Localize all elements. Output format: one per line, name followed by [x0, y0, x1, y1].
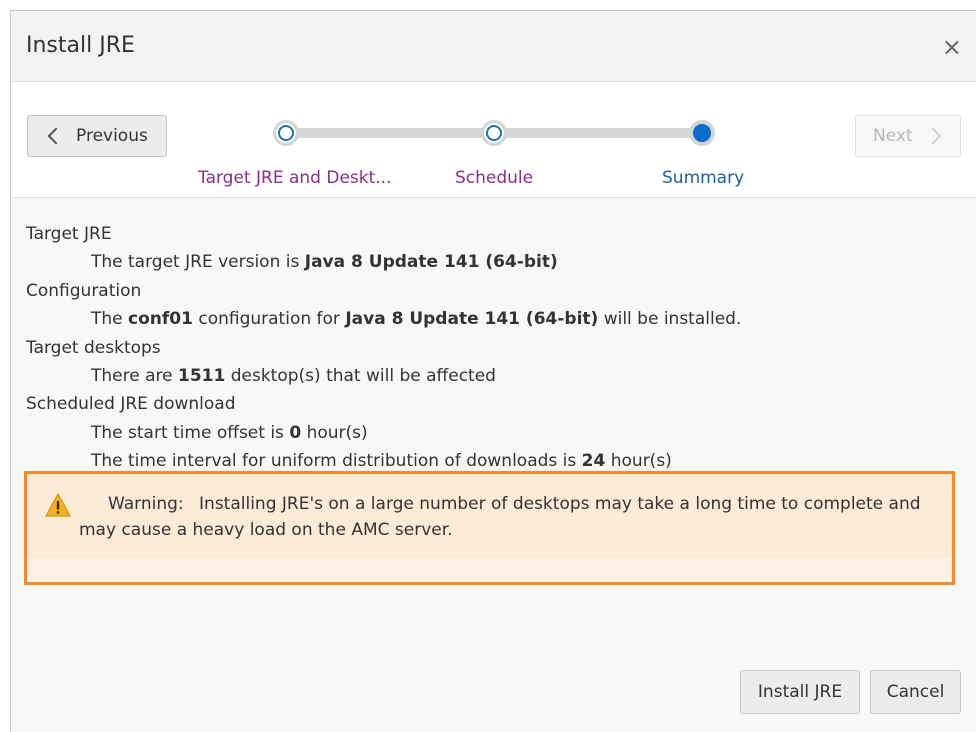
target-desktops-heading: Target desktops [26, 337, 161, 358]
warning-triangle-icon [45, 493, 71, 517]
warning-banner: Warning: Installing JRE's on a large num… [27, 474, 952, 558]
previous-button-label: Previous [76, 126, 148, 146]
summary-content: Target JRE The target JRE version is Jav… [26, 223, 966, 479]
warning-line-2: may cause a heavy load on the AMC server… [79, 520, 453, 540]
warning-title: Warning: [108, 494, 184, 514]
dialog-titlebar: Install JRE × [11, 11, 976, 82]
close-icon[interactable]: × [942, 35, 962, 59]
target-jre-heading: Target JRE [26, 224, 112, 244]
warning-line-1: Installing JRE's on a large number of de… [199, 494, 921, 514]
train-connector [493, 128, 703, 138]
scheduled-download-heading: Scheduled JRE download [26, 394, 236, 415]
install-jre-dialog: Install JRE × Previous Target JRE and De… [10, 10, 976, 732]
target-jre-detail: The target JRE version is Java 8 Update … [91, 252, 558, 273]
dialog-title: Install JRE [26, 33, 135, 58]
start-offset-detail: The start time offset is 0 hour(s) [91, 422, 368, 443]
target-desktops-detail: There are 1511 desktop(s) that will be a… [91, 365, 496, 386]
warning-text: Warning: Installing JRE's on a large num… [79, 491, 932, 543]
chevron-right-icon [924, 127, 942, 145]
train-connector [283, 128, 491, 138]
cancel-button[interactable]: Cancel [870, 670, 961, 714]
next-button-label: Next [873, 126, 913, 146]
step-stop-target-jre[interactable] [273, 120, 299, 146]
configuration-detail: The conf01 configuration for Java 8 Upda… [91, 309, 742, 330]
warning-message-box: Warning: Installing JRE's on a large num… [24, 471, 955, 585]
step-label-summary: Summary [662, 168, 745, 188]
install-jre-button[interactable]: Install JRE [740, 670, 860, 714]
step-train: Previous Target JRE and Deskt... Schedul… [11, 82, 976, 198]
next-button[interactable]: Next [855, 115, 961, 157]
step-stop-summary[interactable] [689, 120, 715, 146]
chevron-left-icon [47, 127, 65, 145]
step-stop-schedule[interactable] [481, 120, 507, 146]
configuration-heading: Configuration [26, 280, 142, 301]
previous-button[interactable]: Previous [27, 115, 167, 157]
step-label-schedule[interactable]: Schedule [455, 168, 533, 188]
step-label-target-jre[interactable]: Target JRE and Deskt... [198, 168, 391, 188]
